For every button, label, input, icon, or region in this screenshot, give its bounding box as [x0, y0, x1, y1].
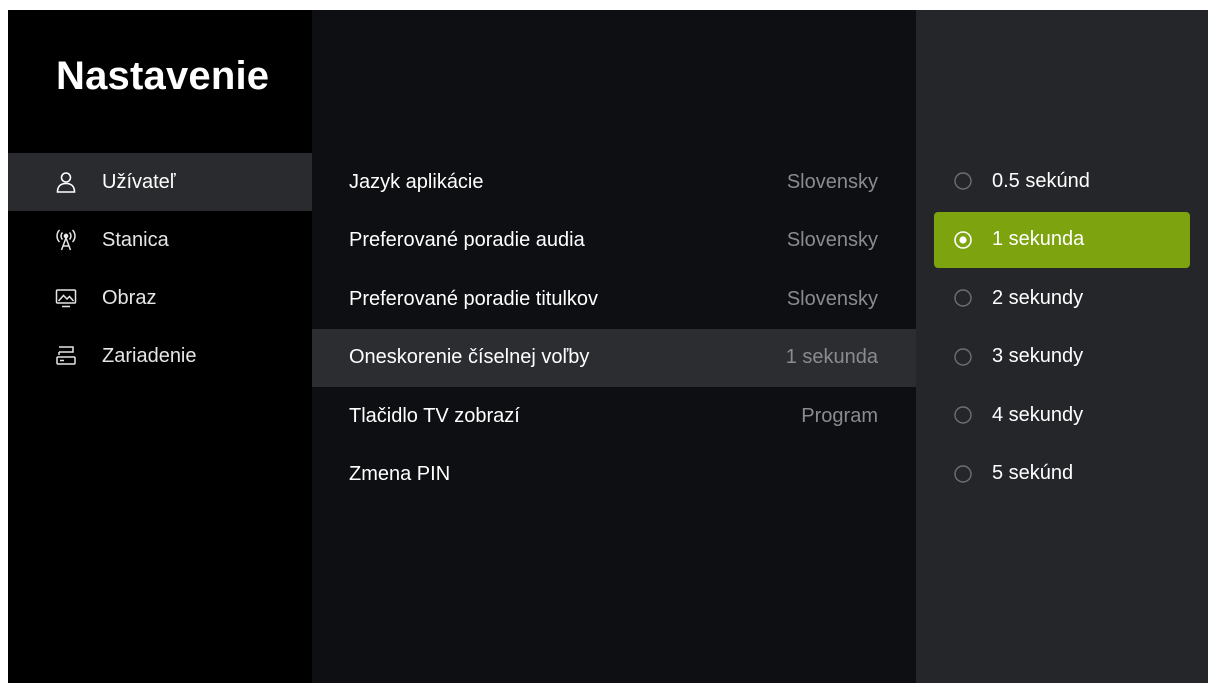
sidebar-item-label: Zariadenie: [102, 344, 197, 367]
setting-row-numeric-delay[interactable]: Oneskorenie číselnej voľby 1 sekunda: [312, 328, 916, 387]
option-label: 0.5 sekúnd: [992, 169, 1090, 192]
radio-unchecked-icon: [954, 464, 972, 483]
user-icon: [52, 168, 80, 196]
radio-unchecked-icon: [954, 172, 972, 190]
setting-row-subtitle-order[interactable]: Preferované poradie titulkov Slovensky: [312, 270, 916, 329]
setting-label: Preferované poradie audia: [349, 229, 585, 252]
setting-value: Slovensky: [786, 229, 878, 252]
setting-label: Oneskorenie číselnej voľby: [349, 346, 590, 369]
setting-value: Slovensky: [786, 287, 878, 310]
setting-row-change-pin[interactable]: Zmena PIN: [312, 446, 916, 505]
sidebar: Nastavenie Užívateľ Stanica Obraz Zariad…: [8, 10, 312, 683]
sidebar-item-label: Užívateľ: [102, 170, 176, 193]
setting-value: Program: [801, 404, 878, 427]
radio-unchecked-icon: [954, 406, 972, 424]
sidebar-nav: Užívateľ Stanica Obraz Zariadenie: [8, 153, 312, 385]
sidebar-item-station[interactable]: Stanica: [8, 211, 312, 269]
option-radio[interactable]: 0.5 sekúnd: [934, 153, 1190, 209]
option-radio-selected[interactable]: 1 sekunda: [934, 211, 1190, 268]
sidebar-item-label: Obraz: [102, 286, 157, 309]
page-title: Nastavenie: [56, 54, 270, 98]
sidebar-item-device[interactable]: Zariadenie: [8, 327, 312, 385]
settings-panel: Jazyk aplikácie Slovensky Preferované po…: [312, 10, 916, 683]
sidebar-item-display[interactable]: Obraz: [8, 269, 312, 327]
option-label: 5 sekúnd: [992, 462, 1074, 484]
delay-options-list: 0.5 sekúnd 1 sekunda 2 sekundy 3 sekundy…: [934, 153, 1190, 504]
setting-label: Jazyk aplikácie: [349, 170, 484, 193]
device-icon: [52, 342, 80, 370]
setting-label: Preferované poradie titulkov: [349, 287, 599, 310]
antenna-icon: [52, 226, 80, 254]
option-radio[interactable]: 2 sekundy: [934, 270, 1190, 326]
setting-row-tv-button[interactable]: Tlačidlo TV zobrazí Program: [312, 387, 916, 446]
setting-row-app-language[interactable]: Jazyk aplikácie Slovensky: [312, 153, 916, 212]
option-radio[interactable]: 4 sekundy: [934, 387, 1190, 443]
option-label: 1 sekunda: [992, 228, 1085, 250]
option-radio[interactable]: 5 sekúnd: [934, 446, 1190, 502]
setting-label: Zmena PIN: [349, 463, 451, 486]
setting-label: Tlačidlo TV zobrazí: [349, 404, 520, 427]
radio-checked-icon: [954, 230, 972, 249]
options-panel: 0.5 sekúnd 1 sekunda 2 sekundy 3 sekundy…: [916, 10, 1208, 683]
display-icon: [52, 284, 80, 312]
setting-row-audio-order[interactable]: Preferované poradie audia Slovensky: [312, 212, 916, 271]
setting-value: Slovensky: [786, 170, 878, 193]
option-radio[interactable]: 3 sekundy: [934, 329, 1190, 385]
option-label: 2 sekundy: [992, 286, 1084, 309]
setting-value: 1 sekunda: [785, 346, 878, 369]
radio-unchecked-icon: [954, 289, 972, 307]
option-label: 3 sekundy: [992, 345, 1084, 367]
option-label: 4 sekundy: [992, 403, 1084, 426]
settings-screen: Nastavenie Užívateľ Stanica Obraz Zariad…: [8, 10, 1208, 683]
sidebar-item-label: Stanica: [102, 228, 169, 251]
settings-list: Jazyk aplikácie Slovensky Preferované po…: [312, 153, 916, 504]
sidebar-item-user[interactable]: Užívateľ: [8, 153, 312, 211]
radio-unchecked-icon: [954, 347, 972, 366]
